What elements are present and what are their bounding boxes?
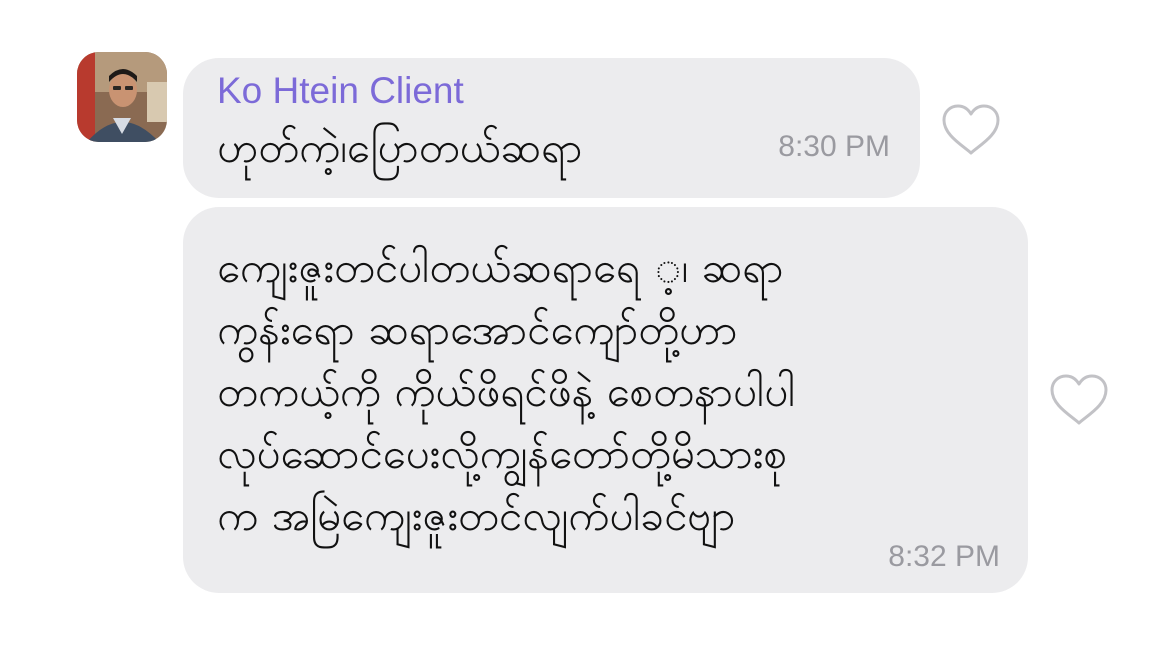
message-text: ဟုတ်ကဲ့၊ပြောတယ်ဆရာ	[217, 123, 583, 172]
message-text: ကျေးဇူးတင်ပါတယ်ဆရာရေ ့၊ ဆရာ ကွန်းရော ဆရာ…	[217, 237, 977, 547]
message-bubble[interactable]: Ko Htein Client ဟုတ်ကဲ့၊ပြောတယ်ဆရာ 8:30 …	[183, 58, 920, 198]
message-timestamp: 8:30 PM	[778, 130, 890, 163]
message-text-line: က အမြဲကျေးဇူးတင်လျက်ပါခင်ဗျာ	[217, 491, 736, 540]
message-text-line: လုပ်ဆောင်ပေးလို့ကျွန်တော်တို့မိသားစု	[217, 429, 787, 478]
message-text-line: ကွန်းရော ဆရာအောင်ကျော်တို့ဟာ	[217, 305, 738, 354]
heart-outline-icon[interactable]	[1048, 373, 1110, 427]
sender-name[interactable]: Ko Htein Client	[217, 70, 464, 112]
heart-outline-icon[interactable]	[940, 103, 1002, 157]
message-timestamp: 8:32 PM	[888, 540, 1000, 573]
message-text-line: တကယ့်ကို ကိုယ်ဖိရင်ဖိနဲ့ စေတနာပါပါ	[217, 367, 796, 416]
avatar[interactable]	[77, 52, 167, 142]
message-bubble[interactable]: ကျေးဇူးတင်ပါတယ်ဆရာရေ ့၊ ဆရာ ကွန်းရော ဆရာ…	[183, 207, 1028, 593]
message-text-line: ကျေးဇူးတင်ပါတယ်ဆရာရေ ့၊ ဆရာ	[217, 243, 784, 292]
